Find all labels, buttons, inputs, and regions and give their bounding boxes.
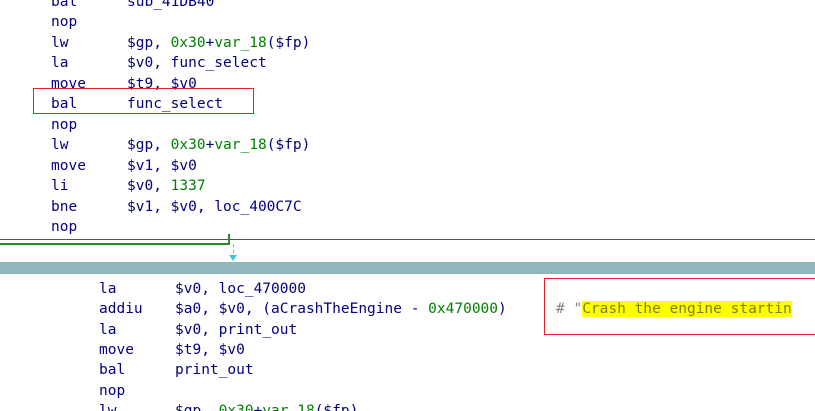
top-disassembly-block: bal sub_41DB40 nop lw $gp, 0x30+var_18($fp… [0, 0, 815, 240]
arrow-head-icon [229, 255, 237, 261]
node-bottom-border [0, 239, 815, 240]
graph-edge [0, 243, 230, 245]
block-header-band [0, 262, 815, 274]
bottom-disassembly-block: la $v0, loc_470000 addiu $a0, $v0, (aCrash… [0, 274, 815, 411]
func-select-highlight-box [33, 88, 254, 114]
crash-string-highlight-box [544, 278, 815, 335]
